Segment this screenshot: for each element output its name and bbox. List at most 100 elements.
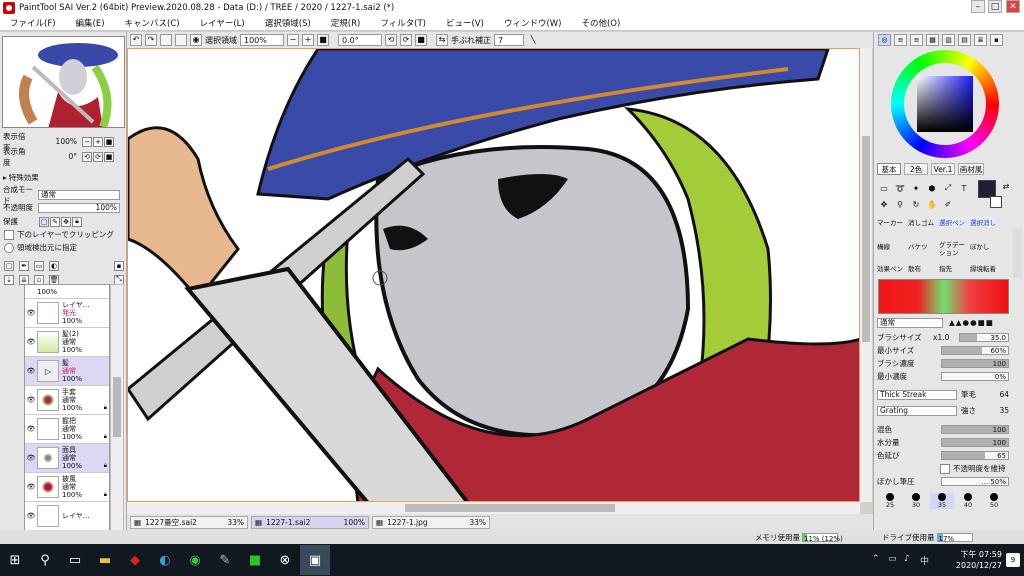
zoom-in-button[interactable]: + [302,34,314,46]
brush-size-preset[interactable]: 40 [956,493,980,509]
canvas-hscroll-thumb[interactable] [405,504,615,512]
menu-other[interactable]: その他(O) [581,17,620,29]
hsv-sliders-tab-icon[interactable]: ≡ [910,34,923,46]
file-explorer-icon[interactable]: ▬ [90,545,120,575]
new-mask-icon[interactable]: ◐ [49,260,59,271]
color-set-tab[interactable]: 2色 [904,163,928,175]
task-view-icon[interactable]: ▭ [60,545,90,575]
density-slider[interactable]: 100 [941,359,1009,368]
palette-tab-icon[interactable]: ▤ [958,34,971,46]
brush-tool-select-pen[interactable]: 選択ペン [939,217,965,227]
eye-icon[interactable]: 👁︎ [25,396,37,404]
swatches-tab-icon[interactable]: ▦ [926,34,939,46]
layer-row[interactable]: 👁︎ ▷ 髪 通常 100% [25,357,109,386]
rotate-reset-button[interactable]: ■ [415,34,427,46]
shape-icon[interactable]: ⬢ [926,182,938,194]
brush-tool-gradient[interactable]: グラデーション [939,241,967,257]
nav-zoom-in-button[interactable]: + [93,136,103,147]
paint-app-icon[interactable]: ✎ [210,545,240,575]
zoom-select[interactable]: 100% [240,34,284,46]
opacity-slider[interactable]: 100% [38,202,120,213]
network-icon[interactable]: ▭ [888,554,897,564]
doc-tab[interactable]: ▦ 1227-1.jpg 33% [372,515,490,529]
eye-icon[interactable]: 👁︎ [25,338,37,346]
protect-move-icon[interactable]: ✥ [61,216,71,227]
stabilizer-select[interactable]: 7 [494,34,524,46]
texture-param-value[interactable]: 64 [999,390,1009,399]
rotate-icon[interactable]: ↻ [910,198,922,210]
layer-row[interactable]: 👁︎ 髪(2) 通常 100% [25,328,109,357]
menu-selection[interactable]: 選択領域(S) [265,17,311,29]
game-app-icon[interactable]: ◆ [120,545,150,575]
delete-layer-icon[interactable]: 🗑︎ [49,274,59,285]
menu-ruler[interactable]: 定規(R) [331,17,361,29]
clear-layer-icon[interactable]: ▫ [34,274,44,285]
color-wheel[interactable] [891,50,999,158]
angle-value[interactable]: 0° [31,152,77,161]
line-icon[interactable]: ■ [240,545,270,575]
transfer-down-icon[interactable]: ⇣ [4,274,14,285]
rotate-left-button[interactable]: ⟲ [385,34,397,46]
keep-opacity-row[interactable]: 不透明度を維持 [877,463,1009,474]
menu-canvas[interactable]: キャンバス(C) [125,17,180,29]
layer-row[interactable]: 👁︎ 握把 通常 100% 🔒︎ [25,415,109,444]
navigator-preview[interactable] [2,36,125,128]
panel-menu-icon[interactable]: ▪ [990,34,1003,46]
new-folder-icon[interactable]: ▭ [34,260,44,271]
mixing-slider[interactable]: 100 [941,425,1009,434]
min-size-slider[interactable]: 60% [941,346,1009,355]
layer-row[interactable]: 👁︎ 手套 通常 100% 🔒︎ [25,386,109,415]
selection-visibility-icon[interactable]: ◉ [190,34,202,46]
eyedropper-icon[interactable]: ✐ [942,198,954,210]
protect-brush-icon[interactable]: ✎ [50,216,60,227]
keep-opacity-checkbox[interactable] [940,463,950,474]
menu-filter[interactable]: フィルタ(T) [380,17,426,29]
texture-select[interactable]: Thick Streak [877,389,957,400]
nav-rotate-right-button[interactable]: ⟳ [93,151,103,162]
notification-badge[interactable]: 9 [1006,553,1020,567]
brush-size-preset[interactable]: 50 [982,493,1006,509]
tray-overflow-icon[interactable]: ⌃ [872,554,880,564]
text-icon[interactable]: T [958,182,970,194]
color-set-tab[interactable]: Ver.1 [931,163,955,175]
saturation-value-square[interactable] [917,76,973,132]
clipping-checkbox[interactable] [4,229,14,240]
input-method-icon[interactable]: 中 [920,554,929,567]
blend-mode-select[interactable]: 通常 [38,189,120,200]
brush-tool-line[interactable]: 構線 [877,241,890,251]
close-button[interactable]: ✕ [1006,0,1020,13]
painttool-sai-icon[interactable]: ▣ [300,545,330,575]
brush-tool-bucket[interactable]: バケツ [908,241,928,251]
brush-tool-finger[interactable]: 指先 [939,263,952,273]
volume-icon[interactable]: ♪ [904,554,910,564]
nav-zoom-reset-button[interactable]: ■ [104,136,114,147]
water-slider[interactable]: 100 [941,438,1009,447]
xbox-icon[interactable]: ⊗ [270,545,300,575]
maximize-button[interactable]: □ [988,0,1002,13]
zoom-out-button[interactable]: − [287,34,299,46]
brush-tool-edge[interactable]: 縁境転着 [970,263,996,273]
move-icon[interactable]: ✥ [878,198,890,210]
layer-scroll-thumb[interactable] [113,377,121,437]
select-all-button[interactable] [175,34,187,46]
search-icon[interactable]: ⚲ [30,545,60,575]
color-wheel-tab-icon[interactable]: ◎ [878,34,891,46]
menu-layer[interactable]: レイヤー(L) [200,17,245,29]
brush-size-preset[interactable]: 25 [878,493,902,509]
merge-down-icon[interactable]: ⇊ [19,274,29,285]
layer-row[interactable]: 👁︎ 披風 通常 100% 🔒︎ [25,473,109,502]
blur-pressure-slider[interactable]: ... 50% [941,477,1009,486]
new-pen-layer-icon[interactable]: ✒ [19,260,29,271]
brush-size-preset[interactable]: 30 [904,493,928,509]
minimize-button[interactable]: – [971,0,985,13]
rotate-right-button[interactable]: ⟳ [400,34,412,46]
color-set-tab[interactable]: 画材風 [958,163,984,175]
brush-size-slider[interactable]: 35.0 [959,333,1009,342]
history-tab-icon[interactable]: ≣ [974,34,987,46]
shape-select[interactable]: Grating [877,405,957,416]
selection-source-checkbox[interactable] [4,242,14,253]
swap-colors-icon[interactable]: ⇄ [1000,180,1012,192]
layer-panel-menu-icon[interactable]: ▪ [114,260,124,271]
eye-icon[interactable]: 👁︎ [25,512,37,520]
brush-size-preset-active[interactable]: 35 [930,493,954,509]
